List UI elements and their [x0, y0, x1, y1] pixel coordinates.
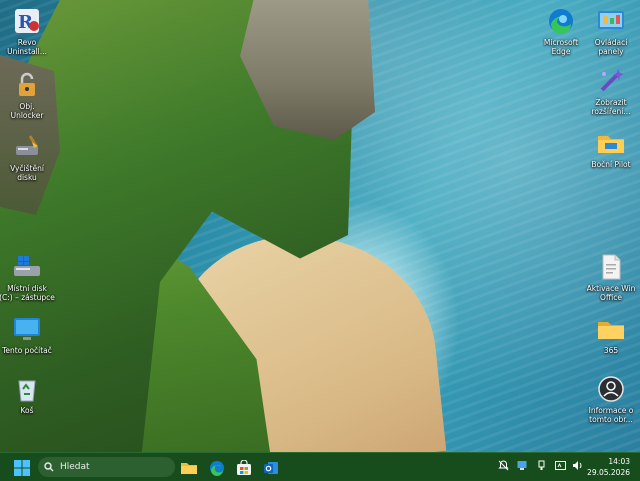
magic-wand-icon: [596, 66, 626, 96]
taskbar-search[interactable]: Hledat: [38, 457, 175, 477]
taskbar-clock[interactable]: 14:03 29.05.2026: [580, 456, 630, 478]
monitor-icon: [12, 314, 42, 344]
desktop-icon-label: 365: [603, 346, 619, 355]
taskbar: Hledat 14:03 29.05.2026: [0, 452, 640, 481]
desktop-icon-label: Vyčištění disku: [10, 164, 44, 182]
outlook-icon: [264, 462, 278, 474]
taskbar-store[interactable]: [233, 457, 255, 479]
desktop-icon-unlocker[interactable]: Obj. Unlocker: [0, 70, 58, 120]
start-button[interactable]: [11, 457, 33, 479]
search-icon: [44, 462, 54, 472]
tray-language-icon[interactable]: [554, 460, 566, 474]
desktop-icon-label: Místní disk (C:) – zástupce: [0, 284, 55, 302]
document-icon: [596, 252, 626, 282]
edge-icon: [546, 6, 576, 36]
desktop-icon-this-pc[interactable]: Tento počítač: [0, 314, 58, 355]
taskbar-file-explorer[interactable]: [178, 457, 200, 479]
desktop-icon-activation[interactable]: Aktivace Win Office: [580, 252, 640, 302]
desktop-icon-show-extensions[interactable]: Zobrazit rozšíření...: [580, 66, 640, 116]
store-icon: [237, 460, 251, 475]
disk-cleanup-icon: [12, 132, 42, 162]
tray-usb-icon[interactable]: [535, 460, 547, 474]
desktop-icon-365-folder[interactable]: 365: [580, 314, 640, 355]
edge-icon: [210, 461, 224, 476]
taskbar-edge[interactable]: [206, 457, 228, 479]
desktop-wallpaper: R Revo Uninstall... Obj. Unlocker Vyčišt…: [0, 0, 640, 452]
folder-icon: [596, 128, 626, 158]
unlocker-icon: [12, 70, 42, 100]
desktop-icon-disk-cleanup[interactable]: Vyčištění disku: [0, 132, 58, 182]
tray-network-icon[interactable]: [516, 460, 528, 474]
info-camera-icon: [596, 374, 626, 404]
desktop-icon-wallpaper-info[interactable]: Informace o tomto obr...: [580, 374, 640, 424]
desktop-icon-label: Revo Uninstall...: [7, 38, 47, 56]
recycle-bin-icon: [12, 374, 42, 404]
control-panel-icon: [596, 6, 626, 36]
drive-icon: [12, 252, 42, 282]
desktop-icon-folder[interactable]: Boční Pilot: [580, 128, 640, 169]
windows-logo-icon: [14, 460, 30, 476]
desktop-icon-label: Zobrazit rozšíření...: [591, 98, 631, 116]
desktop-icon-label: Boční Pilot: [591, 160, 631, 169]
desktop-icon-label: Aktivace Win Office: [586, 284, 636, 302]
revo-uninstaller-icon: R: [12, 6, 42, 36]
taskbar-outlook[interactable]: [260, 457, 282, 479]
tray-notification-off-icon[interactable]: [497, 460, 509, 474]
folder-icon: [596, 314, 626, 344]
desktop-icon-label: Ovládací panely: [594, 38, 628, 56]
file-explorer-icon: [181, 463, 197, 474]
desktop-icon-recycle-bin[interactable]: Koš: [0, 374, 58, 415]
search-placeholder: Hledat: [60, 462, 90, 472]
desktop-icon-label: Informace o tomto obr...: [588, 406, 634, 424]
clock-time: 14:03: [608, 457, 630, 466]
desktop-icon-label: Tento počítač: [2, 346, 52, 355]
desktop-icon-control-panel[interactable]: Ovládací panely: [580, 6, 640, 56]
desktop-icon-label: Koš: [20, 406, 34, 415]
desktop-icon-label: Obj. Unlocker: [10, 102, 44, 120]
desktop-icon-local-disk[interactable]: Místní disk (C:) – zástupce: [0, 252, 58, 302]
desktop-icon-revo-uninstaller[interactable]: R Revo Uninstall...: [0, 6, 58, 56]
clock-date: 29.05.2026: [587, 468, 630, 477]
